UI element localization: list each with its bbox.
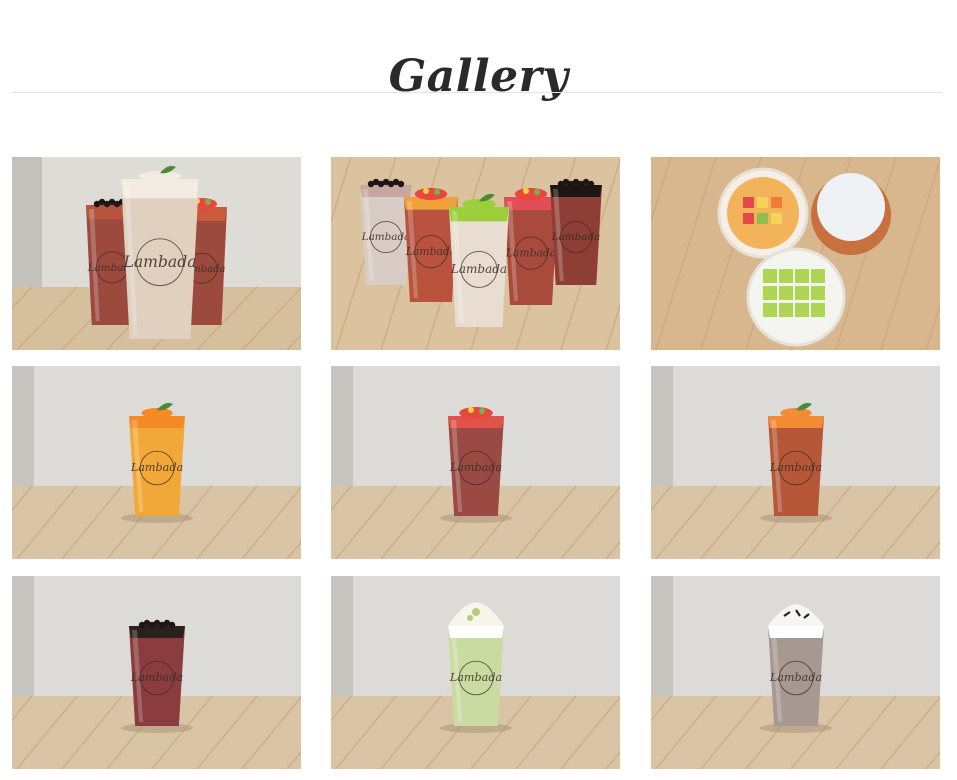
svg-text:Lambada: Lambada	[551, 231, 601, 243]
photo-three-drinks[interactable]: Lambada Lambada Lambada	[12, 157, 301, 350]
gallery-grid: Lambada Lambada Lambada Lambada Lambada Lamb…	[0, 0, 957, 780]
photo-matcha-frappe-image: Lambada	[331, 576, 620, 769]
photo-peach-tea-image: Lambada	[651, 366, 940, 559]
photo-five-drinks[interactable]: Lambada Lambada Lambada Lambada Lambada	[331, 157, 620, 350]
svg-text:Lambada: Lambada	[405, 245, 457, 258]
photo-cookie-frappe-image: Lambada	[651, 576, 940, 769]
svg-text:Lambada: Lambada	[449, 461, 502, 474]
svg-text:Lambada: Lambada	[769, 461, 822, 474]
photo-toppings-cups-image	[651, 157, 940, 350]
svg-text:Lambada: Lambada	[361, 231, 411, 243]
photo-boba-tea[interactable]: Lambada	[12, 576, 301, 769]
svg-text:Lambada: Lambada	[130, 461, 183, 474]
photo-cookie-frappe[interactable]: Lambada	[651, 576, 940, 769]
photo-mango-drink[interactable]: Lambada	[12, 366, 301, 559]
photo-strawberry-tea-image: Lambada	[331, 366, 620, 559]
svg-text:Lambada: Lambada	[130, 671, 183, 684]
photo-strawberry-tea[interactable]: Lambada	[331, 366, 620, 559]
svg-text:Lambada: Lambada	[769, 671, 822, 684]
svg-text:Lambada: Lambada	[449, 671, 502, 684]
svg-text:Lambada: Lambada	[123, 253, 197, 271]
svg-text:Lambada: Lambada	[505, 246, 557, 259]
photo-five-drinks-image: Lambada Lambada Lambada Lambada Lambada	[331, 157, 620, 350]
photo-peach-tea[interactable]: Lambada	[651, 366, 940, 559]
photo-three-drinks-image: Lambada LambadaLambada	[12, 157, 301, 350]
photo-mango-drink-image: Lambada	[12, 366, 301, 559]
photo-boba-tea-image: Lambada	[12, 576, 301, 769]
photo-matcha-frappe[interactable]: Lambada	[331, 576, 620, 769]
svg-text:Lambada: Lambada	[450, 262, 507, 276]
photo-toppings-cups[interactable]	[651, 157, 940, 350]
